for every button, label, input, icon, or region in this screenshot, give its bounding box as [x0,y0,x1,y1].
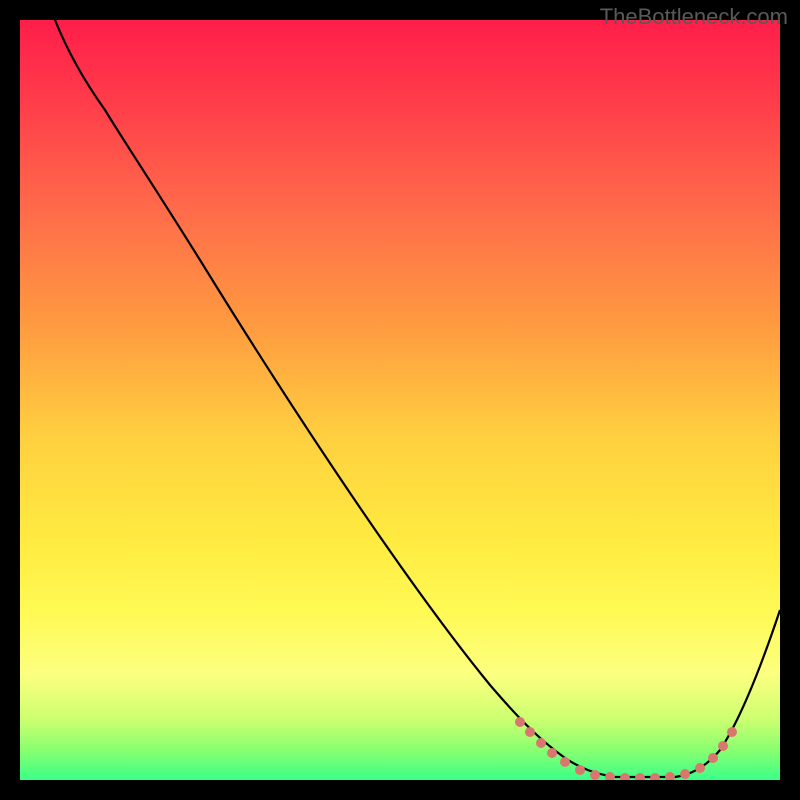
bottleneck-chart [20,20,780,780]
watermark-text: TheBottleneck.com [600,4,788,30]
bottleneck-curve-line [55,20,780,777]
optimal-zone-markers [515,717,737,780]
